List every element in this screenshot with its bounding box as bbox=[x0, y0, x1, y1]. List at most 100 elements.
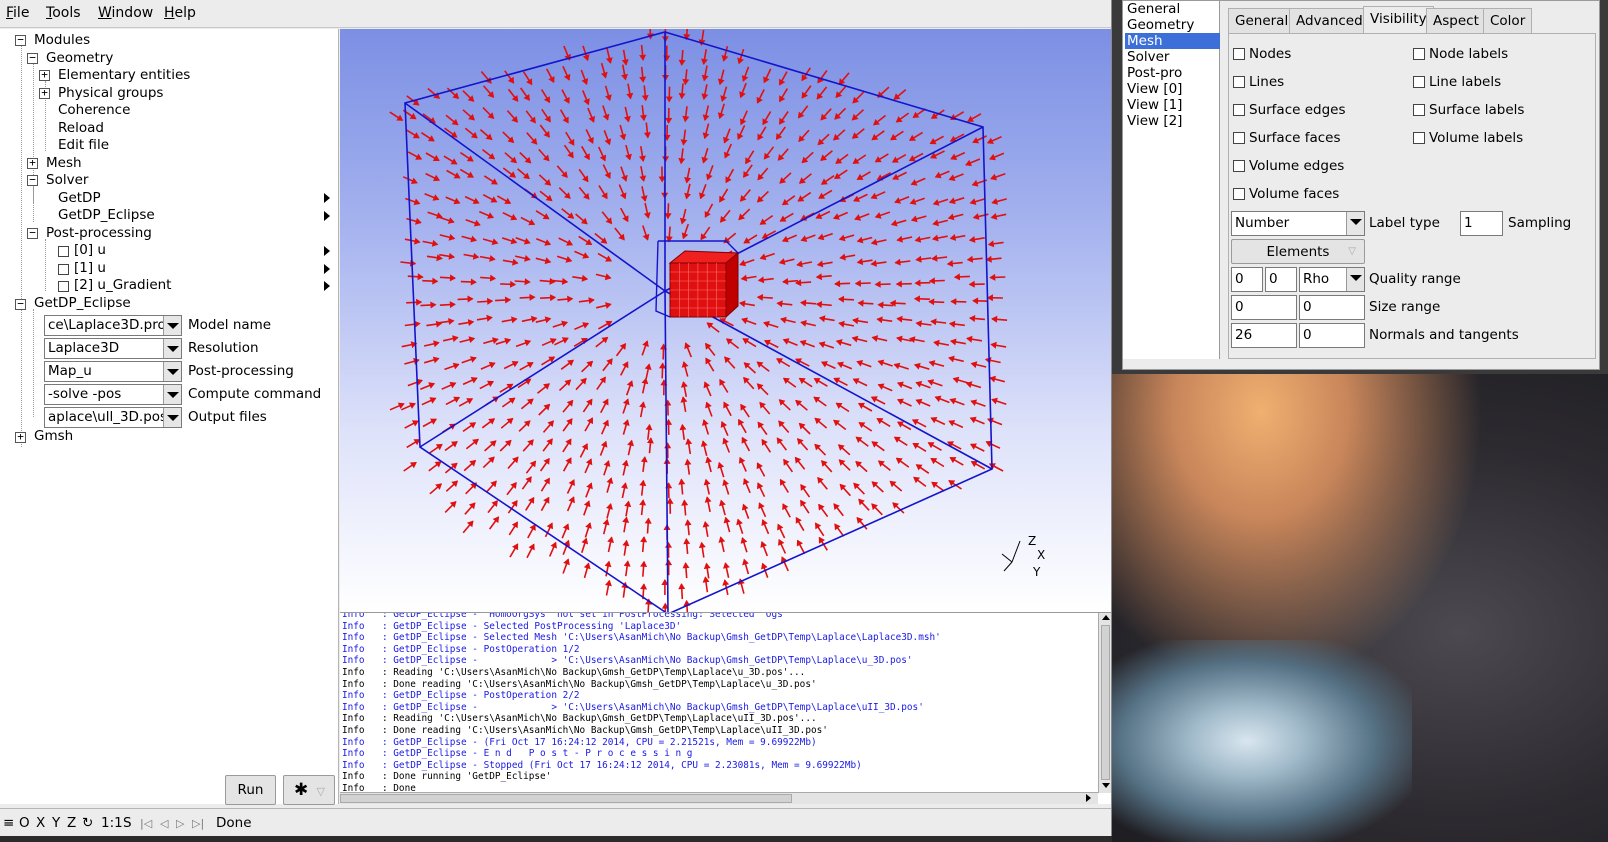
sampling-input[interactable]: 1 bbox=[1460, 211, 1503, 236]
chevron-down-icon[interactable] bbox=[163, 385, 181, 404]
tab-advanced[interactable]: Advanced bbox=[1289, 8, 1370, 33]
submenu-arrow-icon[interactable] bbox=[324, 281, 330, 291]
category-post-pro[interactable]: Post-pro bbox=[1125, 65, 1220, 81]
category-view-0[interactable]: View [0] bbox=[1125, 81, 1220, 97]
scroll-right-icon[interactable] bbox=[1086, 794, 1091, 802]
tree-solver-getdp[interactable]: GetDP bbox=[58, 189, 101, 207]
expand-toggle[interactable]: + bbox=[39, 69, 50, 81]
surface-labels-checkbox[interactable] bbox=[1413, 104, 1425, 116]
resolution-combo[interactable]: Laplace3D bbox=[44, 338, 182, 359]
category-view-2[interactable]: View [2] bbox=[1125, 113, 1220, 129]
chevron-down-icon[interactable] bbox=[1346, 212, 1364, 235]
tab-visibility[interactable]: Visibility bbox=[1363, 6, 1434, 34]
console-vertical-scrollbar[interactable] bbox=[1098, 613, 1111, 793]
line-labels-checkbox[interactable] bbox=[1413, 76, 1425, 88]
run-button[interactable]: Run bbox=[225, 775, 276, 805]
tree-view-1[interactable]: [1] u bbox=[74, 259, 106, 277]
expand-toggle[interactable]: + bbox=[39, 87, 50, 99]
chevron-down-icon[interactable] bbox=[163, 316, 181, 335]
normals-input[interactable]: 26 bbox=[1231, 323, 1297, 348]
tree-edit-file[interactable]: Edit file bbox=[58, 136, 109, 154]
tree-view-2[interactable]: [2] u_Gradient bbox=[74, 276, 171, 294]
category-view-1[interactable]: View [1] bbox=[1125, 97, 1220, 113]
chevron-down-icon[interactable] bbox=[1346, 268, 1364, 291]
view-1-checkbox[interactable] bbox=[58, 264, 69, 275]
first-step-icon[interactable]: |◁ bbox=[140, 817, 152, 830]
console-vscroll-thumb[interactable] bbox=[1101, 625, 1110, 780]
quality-min-input[interactable]: 0 bbox=[1231, 267, 1263, 292]
view-z-button[interactable]: Z bbox=[67, 815, 76, 831]
volume-edges-checkbox[interactable] bbox=[1233, 160, 1245, 172]
prev-step-icon[interactable]: ◁ bbox=[160, 817, 168, 830]
tree-solver[interactable]: Solver bbox=[46, 171, 88, 189]
tree-physical-groups[interactable]: Physical groups bbox=[58, 84, 163, 102]
view-x-button[interactable]: X bbox=[36, 815, 45, 831]
node-labels-checkbox[interactable] bbox=[1413, 48, 1425, 60]
tree-gmsh[interactable]: Gmsh bbox=[34, 427, 73, 445]
chevron-down-icon[interactable] bbox=[163, 339, 181, 358]
tree-reload[interactable]: Reload bbox=[58, 119, 104, 137]
view-2-checkbox[interactable] bbox=[58, 281, 69, 292]
view-o-button[interactable]: O bbox=[19, 815, 30, 831]
volume-labels-checkbox[interactable] bbox=[1413, 132, 1425, 144]
console-hscroll-thumb[interactable] bbox=[340, 794, 792, 803]
gear-button[interactable]: ✱ ▽ bbox=[283, 775, 335, 805]
scroll-down-icon[interactable] bbox=[1102, 783, 1110, 788]
collapse-toggle[interactable]: − bbox=[27, 227, 38, 239]
size-max-input[interactable]: 0 bbox=[1299, 295, 1365, 320]
output-files-combo[interactable]: aplace\ull_3D.pos bbox=[44, 407, 182, 428]
expand-toggle[interactable]: + bbox=[27, 157, 38, 169]
tree-coherence[interactable]: Coherence bbox=[58, 101, 130, 119]
expand-toggle[interactable]: + bbox=[15, 431, 26, 443]
collapse-toggle[interactable]: − bbox=[27, 52, 38, 64]
category-geometry[interactable]: Geometry bbox=[1125, 17, 1220, 33]
surface-faces-checkbox[interactable] bbox=[1233, 132, 1245, 144]
elements-button[interactable]: Elements ▽ bbox=[1231, 239, 1365, 264]
snapshot-button[interactable]: S bbox=[123, 815, 132, 831]
submenu-arrow-icon[interactable] bbox=[324, 193, 330, 203]
tree-elementary-entities[interactable]: Elementary entities bbox=[58, 66, 190, 84]
lines-checkbox[interactable] bbox=[1233, 76, 1245, 88]
scroll-up-icon[interactable] bbox=[1102, 615, 1110, 620]
tree-mesh[interactable]: Mesh bbox=[46, 154, 82, 172]
post-processing-combo[interactable]: Map_u bbox=[44, 361, 182, 382]
tab-aspect[interactable]: Aspect bbox=[1426, 8, 1486, 33]
menu-tools[interactable]: Tools bbox=[46, 5, 81, 21]
model-name-combo[interactable]: ce\Laplace3D.pro bbox=[44, 315, 182, 336]
tab-color[interactable]: Color bbox=[1483, 8, 1533, 33]
tree-getdp-eclipse[interactable]: GetDP_Eclipse bbox=[34, 294, 131, 312]
submenu-arrow-icon[interactable] bbox=[324, 211, 330, 221]
menu-help[interactable]: Help bbox=[164, 5, 196, 21]
volume-faces-checkbox[interactable] bbox=[1233, 188, 1245, 200]
collapse-toggle[interactable]: − bbox=[15, 298, 26, 310]
chevron-down-icon[interactable] bbox=[163, 408, 181, 427]
view-y-button[interactable]: Y bbox=[52, 815, 60, 831]
tree-geometry[interactable]: Geometry bbox=[46, 49, 113, 67]
options-category-list[interactable]: General Geometry Mesh Solver Post-pro Vi… bbox=[1123, 1, 1220, 359]
graphic-window[interactable]: Z X Y bbox=[340, 29, 1112, 612]
menu-window[interactable]: Window bbox=[98, 5, 153, 21]
category-mesh[interactable]: Mesh bbox=[1125, 33, 1220, 49]
submenu-arrow-icon[interactable] bbox=[324, 246, 330, 256]
category-solver[interactable]: Solver bbox=[1125, 49, 1220, 65]
view-0-checkbox[interactable] bbox=[58, 246, 69, 257]
next-step-icon[interactable]: ▷ bbox=[176, 817, 184, 830]
menu-icon[interactable]: ≡ bbox=[3, 815, 14, 831]
last-step-icon[interactable]: ▷| bbox=[192, 817, 204, 830]
mesh-view[interactable] bbox=[340, 29, 1112, 612]
nodes-checkbox[interactable] bbox=[1233, 48, 1245, 60]
rotate-icon[interactable]: ↻ bbox=[82, 815, 93, 831]
chevron-down-icon[interactable] bbox=[163, 362, 181, 381]
label-type-combo[interactable]: Number bbox=[1231, 211, 1365, 236]
tangents-input[interactable]: 0 bbox=[1299, 323, 1365, 348]
tab-general[interactable]: General bbox=[1228, 8, 1296, 33]
scale-one-to-one-button[interactable]: 1:1 bbox=[101, 815, 123, 831]
category-general[interactable]: General bbox=[1125, 1, 1220, 17]
submenu-arrow-icon[interactable] bbox=[324, 264, 330, 274]
compute-command-combo[interactable]: -solve -pos bbox=[44, 384, 182, 405]
collapse-toggle[interactable]: − bbox=[15, 34, 26, 46]
tree-view-0[interactable]: [0] u bbox=[74, 241, 106, 259]
quality-type-combo[interactable]: Rho bbox=[1299, 267, 1365, 292]
quality-max-input[interactable]: 0 bbox=[1265, 267, 1297, 292]
message-console[interactable]: Info: GetDP_Eclipse - 'HomoOrgSys' not s… bbox=[340, 612, 1111, 804]
